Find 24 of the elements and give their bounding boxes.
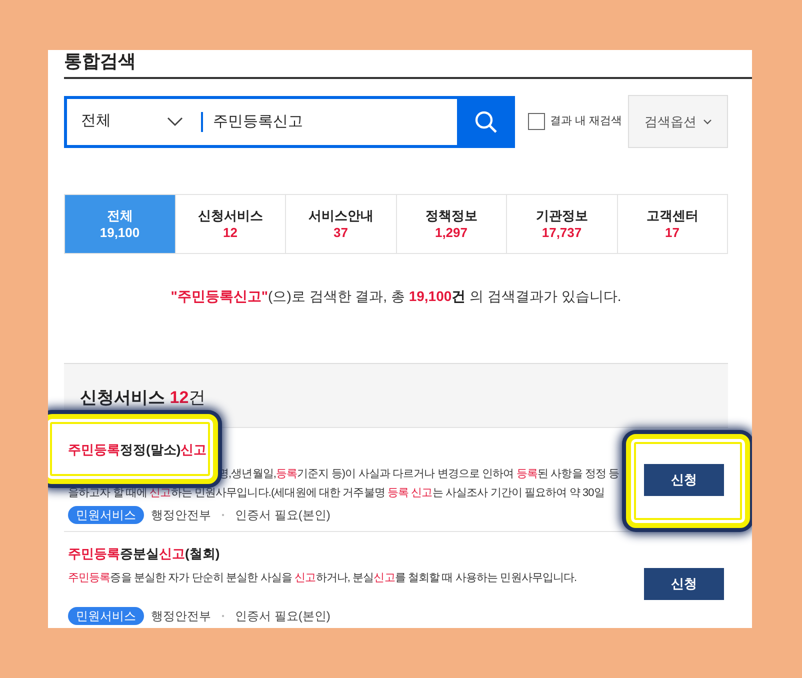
chevron-down-icon <box>167 116 183 126</box>
page-title: 통합검색 <box>64 50 136 72</box>
service-description: 주민등록증을 분실한 자가 단순히 분실한 사실을 신고하거나, 분실신고를 철회할 때 사용하는 민원사무입니다. <box>68 571 577 586</box>
search-options-button[interactable]: 검색옵션 <box>628 95 728 148</box>
agency-label: 행정안전부 <box>151 507 211 524</box>
apply-button[interactable]: 신청 <box>644 568 724 600</box>
requirement-label: 인증서 필요(본인) <box>235 507 330 524</box>
result-summary: "주민등록신고"(으)로 검색한 결과, 총 19,100건 의 검색결과가 있습니다. <box>170 287 622 306</box>
search-icon <box>474 110 498 134</box>
search-field[interactable]: 주민등록신고 <box>203 98 457 144</box>
refine-label: 결과 내 재검색 <box>550 114 622 130</box>
category-tag: 민원서비스 <box>68 506 144 524</box>
service-title[interactable]: 주민등록정정(말소)신고 <box>68 440 207 460</box>
scope-dropdown[interactable]: 전체 <box>67 98 195 144</box>
section-heading: 신청서비스 12건 <box>80 386 206 409</box>
chevron-down-icon <box>702 118 712 124</box>
agency-label: 행정안전부 <box>151 608 211 625</box>
category-tag: 민원서비스 <box>68 607 144 625</box>
service-description: 을하고자 할 때에 신고하는 민원사무입니다.(세대원에 대한 거주불명 등록 신고는 사실조사 기간이 필요하여 약 30일 <box>68 486 604 501</box>
service-title[interactable]: 주민등록증분실신고(철회) <box>68 544 220 564</box>
refine-checkbox[interactable] <box>528 113 545 130</box>
apply-button[interactable]: 신청 <box>644 464 724 496</box>
search-bar[interactable]: 전체 주민등록신고 <box>64 96 515 148</box>
requirement-label: 인증서 필요(본인) <box>235 608 330 625</box>
